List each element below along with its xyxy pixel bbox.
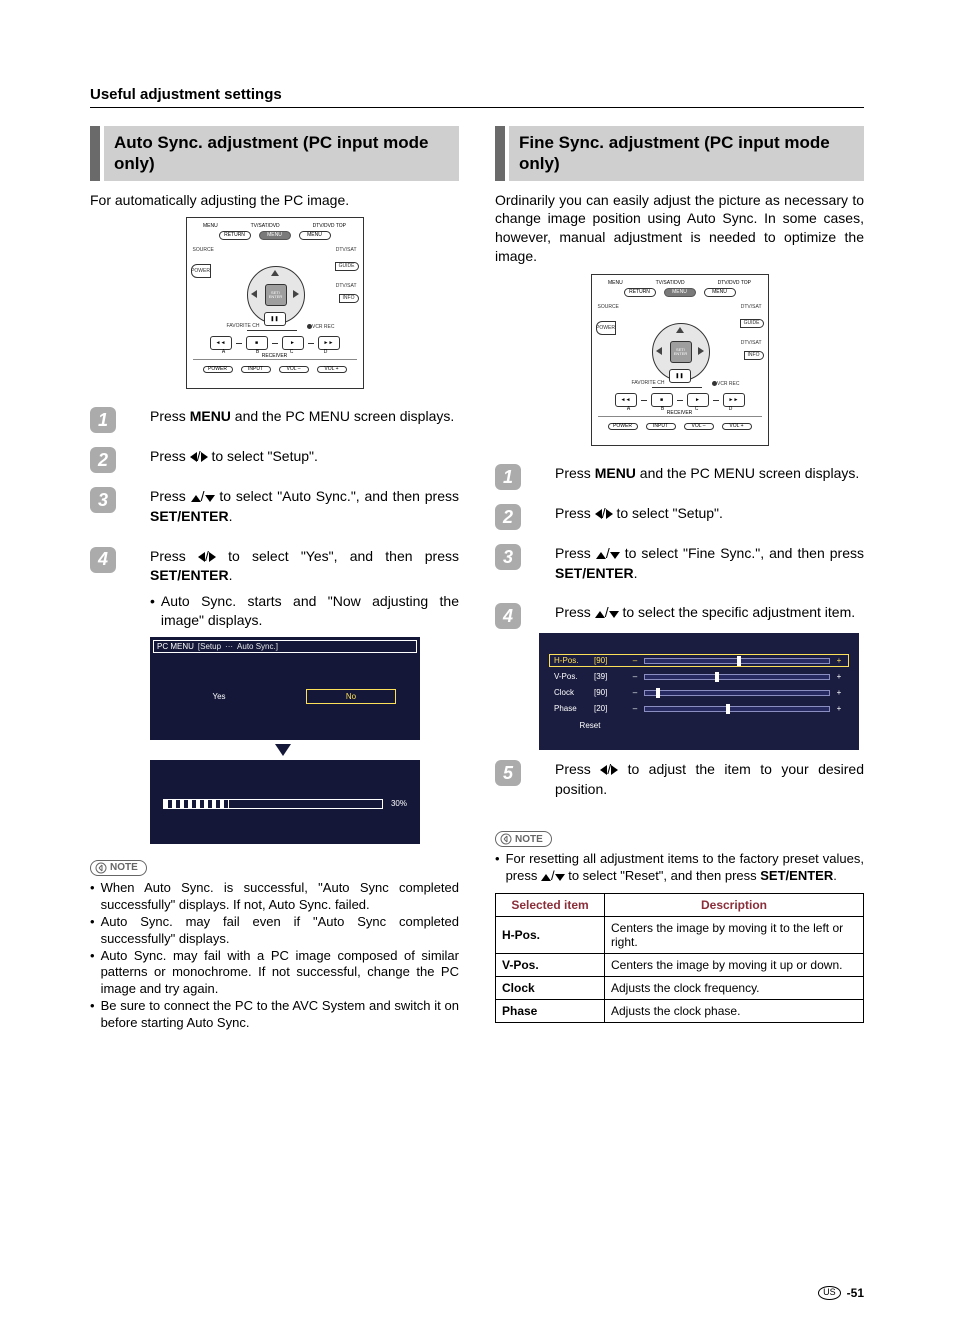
step-badge: 1 [495, 464, 521, 490]
up-arrow-icon [595, 611, 605, 618]
osd-down-arrow-icon [275, 744, 291, 756]
auto-step-1: 1 Press MENU and the PC MENU screen disp… [90, 407, 459, 433]
fine-step-4: 4 Press / to select the specific adjustm… [495, 603, 864, 629]
progress-percent: 30% [391, 799, 407, 808]
note-icon [500, 833, 512, 845]
table-row: V-Pos.Centers the image by moving it up … [496, 954, 864, 977]
auto-sync-notes: •When Auto Sync. is successful, "Auto Sy… [90, 880, 459, 1032]
remote-menu-highlight: MENU [259, 231, 291, 240]
down-arrow-icon [610, 552, 620, 559]
step-badge: 1 [90, 407, 116, 433]
note-label: NOTE [495, 831, 552, 847]
step-badge: 3 [495, 544, 521, 570]
auto-sync-osd: PC MENU [Setup ··· Auto Sync.] Yes No [90, 637, 459, 844]
fine-sync-row: H-Pos.[90]–+ [549, 654, 849, 667]
auto-step-2: 2 Press / to select "Setup". [90, 447, 459, 473]
auto-sync-intro: For automatically adjusting the PC image… [90, 191, 459, 210]
note-icon [95, 862, 107, 874]
remote-enter: ENTER [269, 295, 283, 299]
down-arrow-icon [205, 495, 215, 502]
section-title-text: Fine Sync. adjustment (PC input mode onl… [509, 126, 864, 181]
left-arrow-icon [600, 765, 607, 775]
step-badge: 2 [495, 504, 521, 530]
auto-step-3: 3 Press / to select "Auto Sync.", and th… [90, 487, 459, 532]
fine-sync-table: Selected item Description H-Pos.Centers … [495, 893, 864, 1023]
remote-power: POWER [191, 264, 211, 278]
remote-head-tvsat: TV/SAT/DVD [251, 224, 280, 229]
remote-ff: ►► [318, 336, 340, 350]
fine-sync-row: Phase[20]–+ [549, 702, 849, 715]
osd-choice-no: No [306, 689, 396, 704]
auto-step-4: 4 Press / to select "Yes", and then pres… [90, 547, 459, 631]
left-arrow-icon [595, 509, 602, 519]
table-header-desc: Description [605, 894, 864, 917]
remote-power2: POWER [203, 366, 233, 373]
fine-sync-intro: Ordinarily you can easily adjust the pic… [495, 191, 864, 267]
remote-dtvsat: DTV/SAT [336, 248, 357, 253]
up-arrow-icon [541, 874, 551, 881]
down-arrow-icon [555, 874, 565, 881]
up-arrow-icon [191, 495, 201, 502]
remote-play: ► [282, 336, 304, 350]
remote-vcrrec: VCR REC [307, 324, 335, 330]
remote-pause: ❚❚ [264, 312, 286, 326]
fine-sync-row: Clock[90]–+ [549, 686, 849, 699]
table-header-item: Selected item [496, 894, 605, 917]
page-number: US -51 [818, 1286, 864, 1300]
fine-step-1: 1 Press MENU and the PC MENU screen disp… [495, 464, 864, 490]
right-arrow-icon [201, 452, 208, 462]
right-arrow-icon [606, 509, 613, 519]
left-arrow-icon [198, 552, 205, 562]
remote-menu2: MENU [299, 231, 331, 240]
remote-dtvsat2: DTV/SAT [336, 284, 357, 289]
fine-step-3: 3 Press / to select "Fine Sync.", and th… [495, 544, 864, 589]
remote-head-menu: MENU [203, 224, 218, 229]
step-badge: 2 [90, 447, 116, 473]
step-badge: 4 [495, 603, 521, 629]
heading-rule [90, 107, 864, 108]
fine-sync-note: • For resetting all adjustment items to … [495, 851, 864, 885]
remote-stop: ■ [246, 336, 268, 350]
up-arrow-icon [596, 552, 606, 559]
remote-favch: FAVORITE CH [227, 324, 260, 329]
osd-choice-yes: Yes [174, 689, 264, 704]
down-arrow-icon [609, 611, 619, 618]
step-badge: 4 [90, 547, 116, 573]
section-title-fine-sync: Fine Sync. adjustment (PC input mode onl… [495, 126, 864, 181]
remote-rew: ◄◄ [210, 336, 232, 350]
remote-volminus: VOL – [279, 366, 309, 373]
page-heading: Useful adjustment settings [90, 86, 864, 103]
fine-sync-reset: Reset [549, 719, 631, 732]
fine-step-2: 2 Press / to select "Setup". [495, 504, 864, 530]
fine-step-5: 5 Press / to adjust the item to your des… [495, 760, 864, 805]
note-label: NOTE [90, 860, 147, 876]
remote-diagram: MENU TV/SAT/DVD DTV/DVD TOP RETURN MENU … [186, 217, 364, 389]
right-arrow-icon [209, 552, 216, 562]
step-badge: 5 [495, 760, 521, 786]
fine-sync-row: V-Pos.[39]–+ [549, 670, 849, 683]
remote-input: INPUT [241, 366, 271, 373]
remote-head-dtv: DTV/DVD TOP [313, 224, 346, 229]
fine-sync-osd: H-Pos.[90]–+ V-Pos.[39]–+ Clock[90]–+ Phase… [539, 633, 859, 750]
remote-receiver-label: RECEIVER [187, 354, 363, 359]
table-row: PhaseAdjusts the clock phase. [496, 1000, 864, 1023]
remote-info: INFO [339, 294, 359, 303]
remote-diagram: MENU TV/SAT/DVD DTV/DVD TOP RETURN MENU … [591, 274, 769, 446]
remote-guide: GUIDE [335, 262, 359, 271]
section-title-text: Auto Sync. adjustment (PC input mode onl… [104, 126, 459, 181]
remote-volplus: VOL + [317, 366, 347, 373]
remote-source-label: SOURCE [193, 248, 214, 253]
remote-return: RETURN [219, 231, 251, 240]
step-badge: 3 [90, 487, 116, 513]
table-row: H-Pos.Centers the image by moving it to … [496, 917, 864, 954]
table-row: ClockAdjusts the clock frequency. [496, 977, 864, 1000]
left-arrow-icon [190, 452, 197, 462]
section-title-auto-sync: Auto Sync. adjustment (PC input mode onl… [90, 126, 459, 181]
progress-bar [163, 799, 383, 809]
